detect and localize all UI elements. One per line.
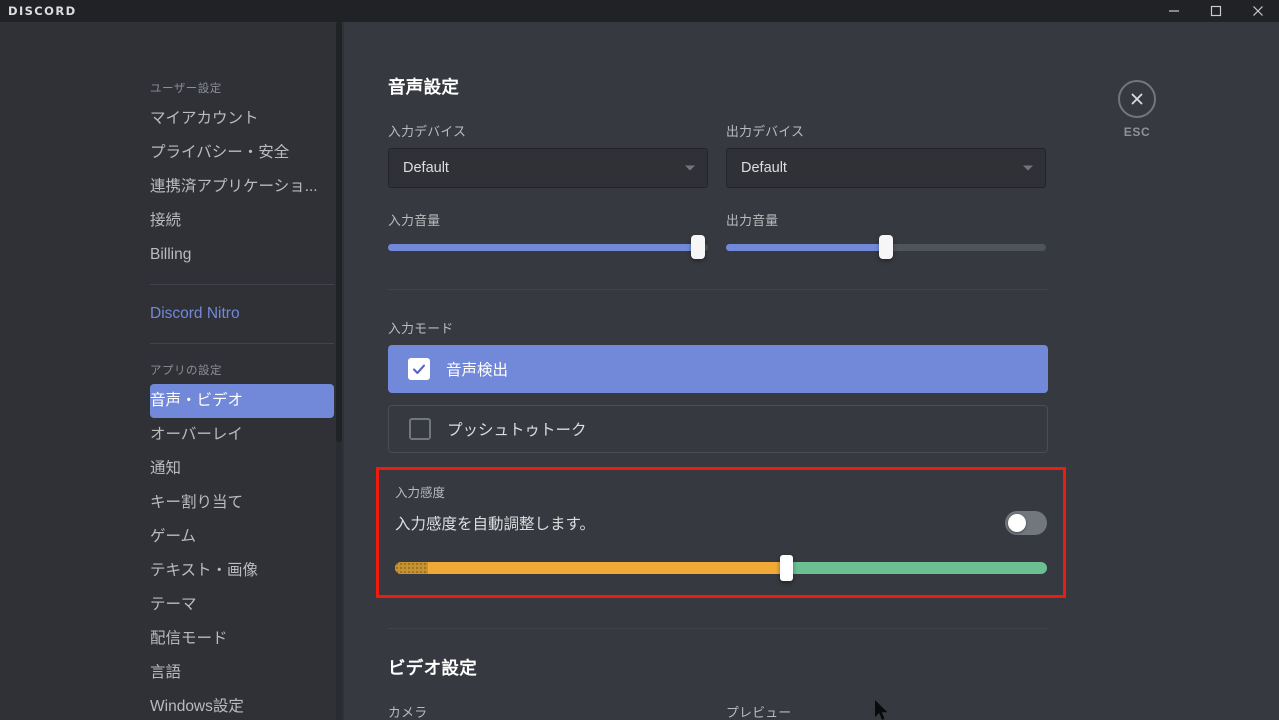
chevron-down-icon xyxy=(1023,165,1033,171)
input-volume-group: 入力音量 xyxy=(388,210,708,259)
sidebar-item-my-account[interactable]: マイアカウント xyxy=(150,102,334,136)
input-device-label: 入力デバイス xyxy=(388,124,467,139)
sidebar-item-streamer-mode[interactable]: 配信モード xyxy=(150,622,334,656)
input-sensitivity-description: 入力感度を自動調整します。 xyxy=(395,516,595,533)
device-row: 入力デバイス Default 出力デバイス Default xyxy=(388,121,1219,188)
camera-label: カメラ xyxy=(388,705,428,720)
esc-label: ESC xyxy=(1123,125,1151,139)
sidebar-header-app-settings: アプリの設定 xyxy=(150,365,222,377)
sensitivity-level-meter xyxy=(395,562,428,574)
sensitivity-bar xyxy=(395,562,1047,574)
section-divider xyxy=(388,628,1048,629)
output-device-value: Default xyxy=(741,160,787,176)
sidebar-item-connections[interactable]: 接続 xyxy=(150,204,334,238)
volume-row: 入力音量 出力音量 xyxy=(388,210,1219,259)
auto-sensitivity-toggle[interactable] xyxy=(1005,511,1047,535)
sidebar-item-appearance[interactable]: テーマ xyxy=(150,588,334,622)
close-settings-button[interactable]: ESC xyxy=(1107,80,1167,139)
input-volume-knob[interactable] xyxy=(691,235,706,259)
sidebar-item-label: 音声・ビデオ xyxy=(150,392,244,409)
mouse-cursor xyxy=(875,700,891,720)
video-row: カメラ Live Gamer Portable 2 プレビュー xyxy=(388,702,1219,720)
input-volume-label: 入力音量 xyxy=(388,213,441,228)
sidebar-item-games[interactable]: ゲーム xyxy=(150,520,334,554)
sidebar-item-keybinds[interactable]: キー割り当て xyxy=(150,486,334,520)
sidebar-item-authorized-apps[interactable]: 連携済アプリケーショ... xyxy=(150,170,334,204)
discord-settings-window: DISCORD ユーザー設定 マイアカウント プライバシー・安全 連携済アプリケ… xyxy=(0,0,1279,720)
output-volume-slider[interactable] xyxy=(726,235,1046,259)
sidebar-item-privacy-safety[interactable]: プライバシー・安全 xyxy=(150,136,334,170)
sidebar-scrollbar-thumb[interactable] xyxy=(336,22,342,442)
minimize-button[interactable] xyxy=(1153,0,1195,22)
sensitivity-threshold-knob[interactable] xyxy=(780,555,794,581)
sidebar-divider xyxy=(150,284,334,285)
close-button[interactable] xyxy=(1237,0,1279,22)
page-title: 音声設定 xyxy=(388,77,460,97)
toggle-knob xyxy=(1008,514,1026,532)
input-device-select[interactable]: Default xyxy=(388,148,708,188)
input-volume-fill xyxy=(388,244,699,251)
maximize-button[interactable] xyxy=(1195,0,1237,22)
input-sensitivity-highlight-box: 入力感度 入力感度を自動調整します。 xyxy=(376,467,1066,598)
sensitivity-low-range xyxy=(395,562,787,574)
window-controls xyxy=(1153,0,1279,22)
output-device-select[interactable]: Default xyxy=(726,148,1046,188)
input-device-value: Default xyxy=(403,160,449,176)
checkbox-checked-icon xyxy=(408,358,430,380)
discord-wordmark: DISCORD xyxy=(8,4,77,18)
output-volume-group: 出力音量 xyxy=(726,210,1046,259)
section-divider xyxy=(388,289,1048,290)
input-sensitivity-slider[interactable] xyxy=(395,555,1047,581)
sidebar-list: ユーザー設定 マイアカウント プライバシー・安全 連携済アプリケーショ... 接… xyxy=(0,22,344,720)
sidebar-divider xyxy=(150,343,334,344)
output-device-group: 出力デバイス Default xyxy=(726,121,1046,188)
input-sensitivity-auto-row: 入力感度を自動調整します。 xyxy=(395,511,1047,535)
output-device-label: 出力デバイス xyxy=(726,124,805,139)
input-mode-option-push-to-talk[interactable]: プッシュトゥトーク xyxy=(388,405,1048,453)
close-icon[interactable] xyxy=(1118,80,1156,118)
input-mode-option-label: 音声検出 xyxy=(446,362,509,379)
input-mode-option-label: プッシュトゥトーク xyxy=(447,422,587,439)
input-device-group: 入力デバイス Default xyxy=(388,121,708,188)
input-mode-option-voice-activity[interactable]: 音声検出 xyxy=(388,345,1048,393)
camera-group: カメラ Live Gamer Portable 2 xyxy=(388,702,708,720)
output-volume-label: 出力音量 xyxy=(726,213,779,228)
sidebar-item-text-images[interactable]: テキスト・画像 xyxy=(150,554,334,588)
settings-content: 音声設定 入力デバイス Default 出力デバイス Default 入力音量 … xyxy=(344,22,1279,720)
sidebar-item-overlay[interactable]: オーバーレイ xyxy=(150,418,334,452)
sidebar-item-language[interactable]: 言語 xyxy=(150,656,334,690)
checkbox-unchecked-icon xyxy=(409,418,431,440)
sensitivity-high-range xyxy=(786,562,1047,574)
output-volume-knob[interactable] xyxy=(879,235,893,259)
sidebar-item-discord-nitro[interactable]: Discord Nitro xyxy=(150,297,334,331)
title-bar: DISCORD xyxy=(0,0,1279,22)
input-volume-slider[interactable] xyxy=(388,235,708,259)
video-settings-title: ビデオ設定 xyxy=(388,658,477,678)
sidebar-header-user-settings: ユーザー設定 xyxy=(150,83,222,95)
settings-sidebar: ユーザー設定 マイアカウント プライバシー・安全 連携済アプリケーショ... 接… xyxy=(0,22,344,720)
sidebar-item-billing[interactable]: Billing xyxy=(150,238,334,272)
input-mode-label: 入力モード xyxy=(388,321,454,336)
input-sensitivity-label: 入力感度 xyxy=(395,486,446,500)
output-volume-fill xyxy=(726,244,886,251)
sidebar-item-notifications[interactable]: 通知 xyxy=(150,452,334,486)
sidebar-item-voice-video[interactable]: 音声・ビデオ xyxy=(150,384,334,418)
sidebar-item-windows-settings[interactable]: Windows設定 xyxy=(150,690,334,720)
chevron-down-icon xyxy=(685,165,695,171)
